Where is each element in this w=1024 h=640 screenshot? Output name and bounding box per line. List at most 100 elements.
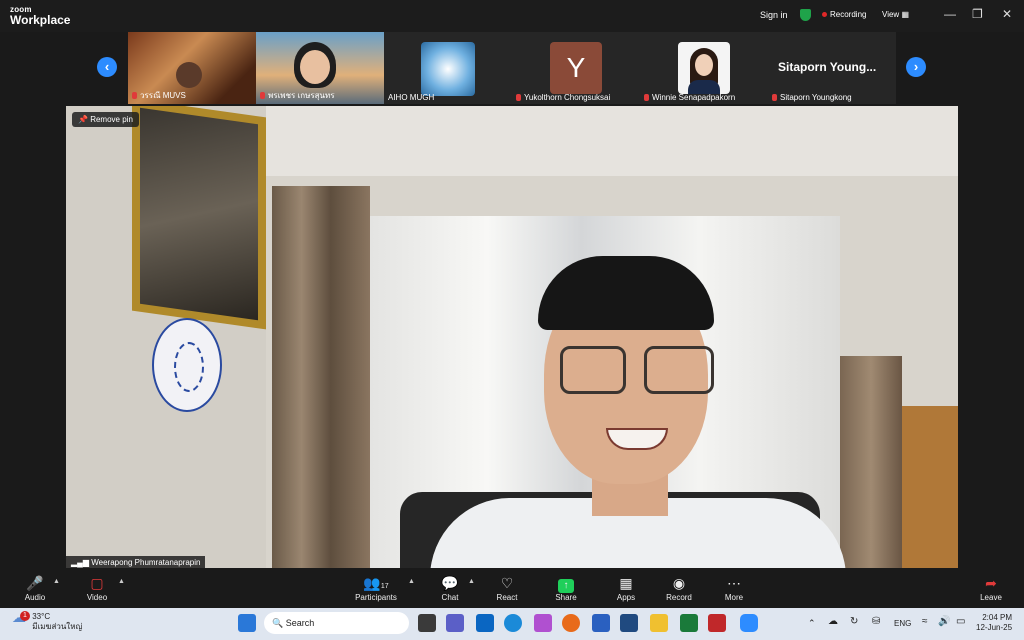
more-dots-icon: ⋯ [727, 575, 741, 591]
chat-icon: 💬 [441, 575, 459, 591]
leave-button[interactable]: ➦ Leave [978, 573, 1004, 602]
heart-icon: ♡ [500, 575, 514, 591]
share-screen-icon: ↑ [554, 573, 578, 593]
shield-tray-icon[interactable]: ⛁ [872, 616, 880, 627]
glasses-lens-left [560, 346, 626, 394]
volume-icon[interactable]: 🔊 [938, 616, 950, 627]
muted-mic-icon [132, 92, 137, 100]
apps-label: Apps [616, 593, 636, 602]
participant-tile[interactable]: Y Yukolthorn Chongsuksai [512, 32, 640, 104]
weather-badge: 1 [20, 611, 30, 621]
weather-temp: 33°C [32, 612, 51, 621]
gallery-prev-button[interactable]: ‹ [97, 57, 117, 77]
minimize-icon[interactable]: — [944, 7, 956, 21]
apps-icon: ▦ [619, 575, 633, 591]
security-shield-icon[interactable] [800, 9, 811, 21]
participants-count: 17 [380, 583, 389, 590]
participant-name: Winnie Senapadpakorn [652, 93, 736, 102]
battery-icon[interactable]: ▭ [956, 616, 965, 627]
participant-name: AIHO MUGH [388, 93, 435, 102]
participants-icon: 👥 [363, 575, 381, 591]
windows-taskbar: 1 ☁ 33°C มีเมฆส่วนใหญ่ 🔍 Search ⌃ ☁ ↻ ⛁ … [0, 608, 1024, 640]
participant-name: Yukolthorn Chongsuksai [524, 93, 611, 102]
linkedin-icon[interactable] [476, 614, 494, 632]
app-icon[interactable] [592, 614, 610, 632]
teams-icon[interactable] [446, 614, 464, 632]
participant-initial-avatar: Y [550, 42, 602, 94]
video-options-chevron-icon[interactable]: ▲ [118, 578, 125, 585]
view-grid-icon: ▦ [901, 10, 909, 19]
zoom-app-icon[interactable] [740, 614, 758, 632]
participant-name: พรเพชร เกษรสุนทร [268, 91, 335, 100]
copilot-icon[interactable] [534, 614, 552, 632]
search-box[interactable]: 🔍 Search [264, 612, 409, 634]
record-button[interactable]: ◉ Record [664, 573, 694, 602]
participant-face [300, 50, 330, 84]
glasses-lens-right [644, 346, 714, 394]
calculator-icon[interactable] [620, 614, 638, 632]
weather-description: มีเมฆส่วนใหญ่ [32, 622, 83, 631]
participant-tile[interactable]: วรรณี MUVS [128, 32, 256, 104]
view-menu-button[interactable]: View ▦ [882, 10, 909, 19]
clock-time: 2:04 PM [982, 613, 1013, 622]
onedrive-icon[interactable]: ☁ [828, 616, 838, 627]
edge-icon[interactable] [504, 614, 522, 632]
participant-avatar [421, 42, 475, 96]
more-label: More [724, 593, 744, 602]
audio-button[interactable]: 🎤 Audio [22, 573, 48, 602]
participant-tile[interactable]: Sitaporn Young... Sitaporn Youngkong [768, 32, 896, 104]
sign-in-link[interactable]: Sign in [760, 10, 788, 20]
search-icon: 🔍 [272, 618, 284, 628]
chat-options-chevron-icon[interactable]: ▲ [468, 578, 475, 585]
wall-clock [152, 318, 222, 412]
react-button[interactable]: ♡ React [494, 573, 520, 602]
participant-tile[interactable]: Winnie Senapadpakorn [640, 32, 768, 104]
muted-mic-icon [516, 94, 521, 102]
more-button[interactable]: ⋯ More [722, 573, 746, 602]
app-logo: zoom Workplace [10, 5, 71, 27]
windows-start-icon[interactable] [238, 614, 256, 632]
system-clock[interactable]: 2:04 PM 12-Jun-25 [976, 613, 1012, 633]
participant-header-name: Sitaporn Young... [778, 60, 877, 74]
restore-icon[interactable]: ❐ [972, 7, 983, 21]
gallery-next-button[interactable]: › [906, 57, 926, 77]
recording-indicator[interactable]: Recording [822, 10, 866, 19]
firefox-icon[interactable] [562, 614, 580, 632]
video-button[interactable]: ▢ Video [84, 573, 110, 602]
gallery-strip: วรรณี MUVS พรเพชร เกษรสุนทร AIHO MUGH Y … [128, 32, 896, 104]
file-explorer-icon[interactable] [650, 614, 668, 632]
audio-label: Audio [24, 593, 46, 602]
remove-pin-button[interactable]: 📌 Remove pin [72, 112, 139, 127]
framed-picture [132, 106, 266, 330]
chat-button[interactable]: 💬 Chat [438, 573, 462, 602]
participant-tile[interactable]: พรเพชร เกษรสุนทร [256, 32, 384, 104]
participants-button[interactable]: 👥17 Participants [352, 573, 400, 602]
title-bar: zoom Workplace Sign in Recording View ▦ … [0, 0, 1024, 32]
excel-icon[interactable] [680, 614, 698, 632]
recording-dot-icon [822, 12, 827, 18]
apps-button[interactable]: ▦ Apps [614, 573, 638, 602]
pin-icon: 📌 [78, 115, 88, 124]
muted-mic-icon [644, 94, 649, 102]
search-label: Search [285, 618, 315, 628]
weather-widget[interactable]: 1 ☁ 33°C มีเมฆส่วนใหญ่ [12, 610, 83, 632]
audio-options-chevron-icon[interactable]: ▲ [53, 578, 60, 585]
chat-label: Chat [441, 593, 459, 602]
participant-tile[interactable]: AIHO MUGH [384, 32, 512, 104]
tray-chevron-icon[interactable]: ⌃ [808, 618, 816, 629]
active-speaker-video[interactable] [66, 106, 958, 568]
leave-door-icon: ➦ [985, 575, 997, 591]
signal-bars-icon: ▂▄▆ [71, 558, 89, 567]
wifi-icon[interactable]: ≈ [922, 616, 928, 627]
close-icon[interactable]: ✕ [1002, 7, 1012, 21]
leave-label: Leave [980, 593, 1002, 602]
sync-icon[interactable]: ↻ [850, 616, 858, 627]
task-view-icon[interactable] [418, 614, 436, 632]
share-button[interactable]: ↑ Share [554, 573, 578, 602]
react-label: React [496, 593, 518, 602]
participants-options-chevron-icon[interactable]: ▲ [408, 578, 415, 585]
language-indicator[interactable]: ENG [894, 619, 911, 628]
participant-name: Sitaporn Youngkong [780, 93, 852, 102]
mcafee-icon[interactable] [708, 614, 726, 632]
logo-main: Workplace [10, 13, 71, 27]
